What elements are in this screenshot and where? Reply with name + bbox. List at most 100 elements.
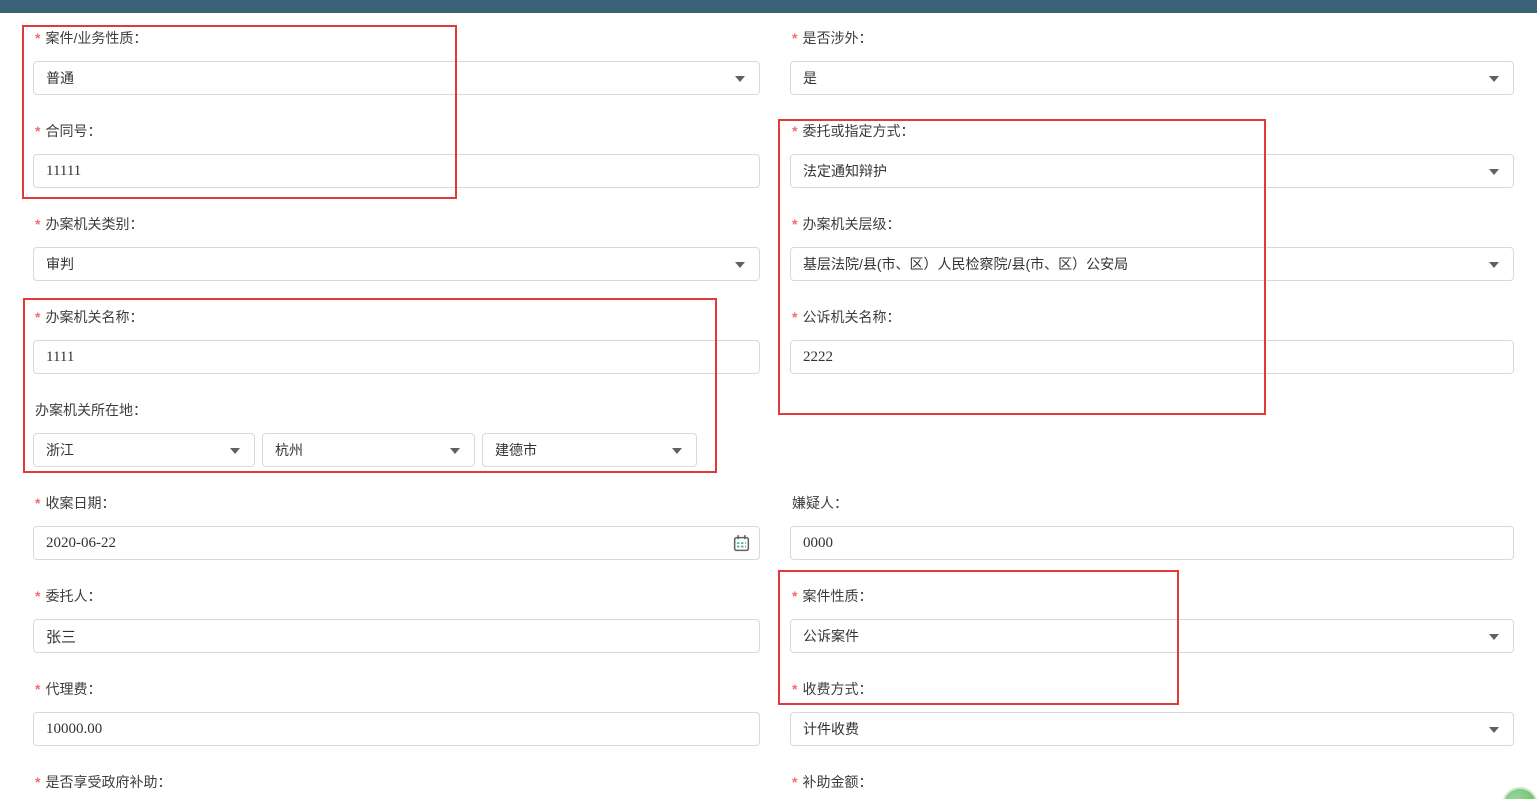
field-label-row: * 收费方式：	[792, 679, 1514, 699]
selected-value: 是	[803, 68, 817, 88]
case-entry-form-screen: * 案件/业务性质： 普通 * 是否涉外： 是	[0, 0, 1537, 799]
form-row: * 代理费： 10000.00 * 收费方式： 计件收费	[0, 679, 1537, 772]
field-label-row: 嫌疑人：	[792, 493, 1514, 513]
field-label: 收费方式：	[802, 679, 872, 699]
field-label: 补助金额：	[802, 772, 872, 792]
selected-value: 普通	[46, 68, 74, 88]
field-agency-location: 办案机关所在地： 浙江 杭州 建德市	[33, 400, 760, 493]
field-foreign-related: * 是否涉外： 是	[790, 28, 1514, 121]
field-label-row: * 代理费：	[35, 679, 760, 699]
field-label: 办案机关类别：	[45, 214, 143, 234]
required-asterisk: *	[792, 121, 797, 141]
field-label: 是否享受政府补助：	[45, 772, 171, 792]
location-select-group: 浙江 杭州 建德市	[33, 433, 697, 467]
district-select[interactable]: 建德市	[482, 433, 697, 467]
required-asterisk: *	[35, 679, 40, 699]
charge-method-select[interactable]: 计件收费	[790, 712, 1514, 746]
agency-category-select[interactable]: 审判	[33, 247, 760, 281]
field-label-row: * 补助金额：	[792, 772, 1514, 792]
field-label: 是否涉外：	[802, 28, 872, 48]
selected-value: 杭州	[275, 440, 303, 460]
field-label-row: * 委托或指定方式：	[792, 121, 1514, 141]
form-row: 办案机关所在地： 浙江 杭州 建德市	[0, 400, 1537, 493]
field-label-row: * 办案机关名称：	[35, 307, 760, 327]
field-label-row: * 收案日期：	[35, 493, 760, 513]
field-label: 案件/业务性质：	[45, 28, 147, 48]
field-case-nature: * 案件性质： 公诉案件	[790, 586, 1514, 679]
field-label-row: 办案机关所在地：	[35, 400, 760, 420]
form-row: * 办案机关类别： 审判 * 办案机关层级： 基层法院/县(市、区）人民检察院/…	[0, 214, 1537, 307]
input-value: 10000.00	[46, 721, 102, 738]
required-asterisk: *	[35, 121, 40, 141]
input-value: 11111	[46, 163, 81, 180]
field-label-row: * 是否涉外：	[792, 28, 1514, 48]
field-charge-method: * 收费方式： 计件收费	[790, 679, 1514, 772]
form-row: * 是否享受政府补助： * 补助金额：	[0, 772, 1537, 799]
field-label: 委托或指定方式：	[802, 121, 914, 141]
prosecution-agency-input[interactable]: 2222	[790, 340, 1514, 374]
field-label: 收案日期：	[45, 493, 115, 513]
city-select[interactable]: 杭州	[262, 433, 475, 467]
chevron-down-icon	[230, 448, 240, 454]
required-asterisk: *	[792, 679, 797, 699]
field-contract-number: * 合同号： 11111	[33, 121, 760, 214]
required-asterisk: *	[35, 493, 40, 513]
province-select[interactable]: 浙江	[33, 433, 255, 467]
chevron-down-icon	[735, 262, 745, 268]
field-government-subsidy: * 是否享受政府补助：	[33, 772, 760, 799]
selected-value: 基层法院/县(市、区）人民检察院/县(市、区）公安局	[803, 254, 1128, 274]
field-label: 公诉机关名称：	[802, 307, 900, 327]
agency-level-select[interactable]: 基层法院/县(市、区）人民检察院/县(市、区）公安局	[790, 247, 1514, 281]
chevron-down-icon	[1489, 76, 1499, 82]
required-asterisk: *	[792, 307, 797, 327]
field-label: 嫌疑人：	[792, 493, 848, 513]
case-nature-select[interactable]: 公诉案件	[790, 619, 1514, 653]
chevron-down-icon	[1489, 262, 1499, 268]
case-entry-form: * 案件/业务性质： 普通 * 是否涉外： 是	[0, 13, 1537, 799]
field-label-row: * 案件/业务性质：	[35, 28, 760, 48]
field-label-row: * 办案机关层级：	[792, 214, 1514, 234]
field-label: 案件性质：	[802, 586, 872, 606]
contract-number-input[interactable]: 11111	[33, 154, 760, 188]
field-case-business-nature: * 案件/业务性质： 普通	[33, 28, 760, 121]
entrust-method-select[interactable]: 法定通知辩护	[790, 154, 1514, 188]
agency-name-input[interactable]: 1111	[33, 340, 760, 374]
field-client: * 委托人： 张三	[33, 586, 760, 679]
client-input[interactable]: 张三	[33, 619, 760, 653]
case-date-input[interactable]: 2020-06-22	[33, 526, 760, 560]
chevron-down-icon	[735, 76, 745, 82]
field-prosecution-agency-name: * 公诉机关名称： 2222	[790, 307, 1514, 400]
field-label-row: * 委托人：	[35, 586, 760, 606]
top-header-bar	[0, 0, 1537, 13]
chevron-down-icon	[450, 448, 460, 454]
field-agency-fee: * 代理费： 10000.00	[33, 679, 760, 772]
field-agency-category: * 办案机关类别： 审判	[33, 214, 760, 307]
chevron-down-icon	[672, 448, 682, 454]
case-business-nature-select[interactable]: 普通	[33, 61, 760, 95]
form-row: * 办案机关名称： 1111 * 公诉机关名称： 2222	[0, 307, 1537, 400]
selected-value: 法定通知辩护	[803, 161, 887, 181]
suspect-input[interactable]: 0000	[790, 526, 1514, 560]
field-label: 办案机关层级：	[802, 214, 900, 234]
chevron-down-icon	[1489, 634, 1499, 640]
input-value: 0000	[803, 535, 833, 552]
selected-value: 浙江	[46, 440, 74, 460]
field-suspect: 嫌疑人： 0000	[790, 493, 1514, 586]
required-asterisk: *	[35, 28, 40, 48]
selected-value: 审判	[46, 254, 74, 274]
field-agency-name: * 办案机关名称： 1111	[33, 307, 760, 400]
calendar-icon[interactable]	[732, 534, 751, 556]
field-label: 合同号：	[45, 121, 101, 141]
field-label: 代理费：	[45, 679, 101, 699]
foreign-related-select[interactable]: 是	[790, 61, 1514, 95]
field-label: 办案机关所在地：	[35, 400, 147, 420]
required-asterisk: *	[35, 586, 40, 606]
agency-fee-input[interactable]: 10000.00	[33, 712, 760, 746]
input-value: 张三	[46, 626, 76, 647]
field-label: 办案机关名称：	[45, 307, 143, 327]
form-row: * 收案日期： 2020-06-22	[0, 493, 1537, 586]
required-asterisk: *	[35, 307, 40, 327]
chevron-down-icon	[1489, 727, 1499, 733]
field-case-accept-date: * 收案日期： 2020-06-22	[33, 493, 760, 586]
required-asterisk: *	[792, 28, 797, 48]
